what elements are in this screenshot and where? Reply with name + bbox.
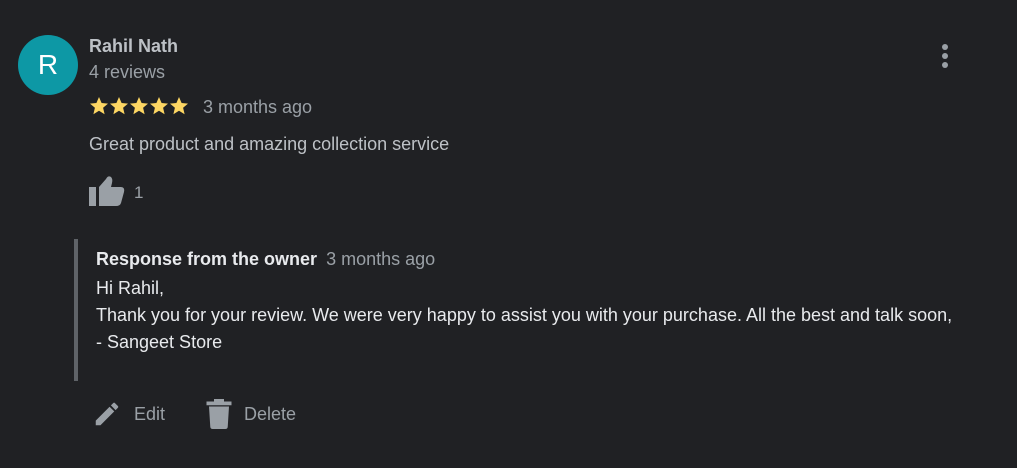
- review-date: 3 months ago: [203, 97, 313, 117]
- trash-icon: [206, 399, 232, 429]
- owner-response-line: Hi Rahil,: [96, 278, 165, 298]
- more-vert-icon: [942, 44, 948, 68]
- edit-button-label: Edit: [134, 403, 166, 424]
- avatar-initial: R: [37, 49, 59, 80]
- avatar[interactable]: R: [18, 35, 78, 95]
- owner-response-line: Thank you for your review. We were very …: [96, 305, 953, 325]
- owner-response-title: Response from the owner: [96, 249, 318, 269]
- owner-response-line: - Sangeet Store: [96, 332, 223, 352]
- owner-response-header: Response from the owner 3 months ago: [96, 249, 435, 270]
- thumb-up-icon: [89, 176, 125, 206]
- review-card: R Rahil Nath 4 reviews 3 months ago Grea…: [0, 0, 1017, 468]
- star-icon: [130, 97, 148, 115]
- star-icon: [170, 97, 188, 115]
- star-icon: [110, 97, 128, 115]
- edit-button[interactable]: Edit: [92, 396, 165, 432]
- delete-button-label: Delete: [244, 403, 297, 424]
- review-text: Great product and amazing collection ser…: [89, 134, 450, 154]
- star-rating: [89, 96, 189, 116]
- star-icon: [90, 97, 108, 115]
- owner-response-body: Hi Rahil, Thank you for your review. We …: [96, 275, 986, 356]
- more-options-button[interactable]: [930, 40, 960, 72]
- reviewer-name[interactable]: Rahil Nath: [89, 36, 178, 57]
- delete-button[interactable]: Delete: [206, 396, 296, 432]
- star-icon: [150, 97, 168, 115]
- like-button[interactable]: [89, 175, 125, 206]
- like-count: 1: [134, 183, 144, 202]
- owner-response: Response from the owner 3 months ago Hi …: [74, 239, 978, 381]
- pencil-icon: [95, 402, 119, 426]
- reviewer-review-count: 4 reviews: [89, 62, 166, 82]
- owner-response-date: 3 months ago: [326, 249, 436, 269]
